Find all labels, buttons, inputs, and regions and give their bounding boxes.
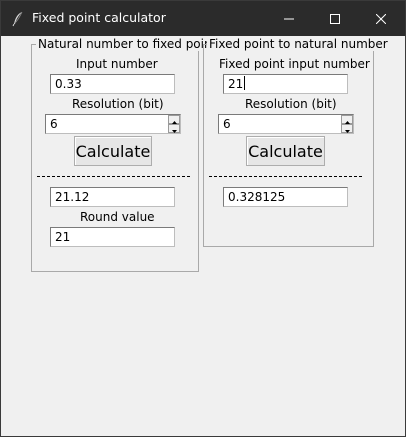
resolution-value: 6 (50, 117, 58, 131)
window-title: Fixed point calculator (32, 10, 166, 25)
fixed-to-natural-group: Fixed point to natural number Fixed poin… (203, 37, 390, 247)
natural-to-fixed-group: Natural number to fixed point Input numb… (31, 37, 219, 272)
fixed-to-natural-legend: Fixed point to natural number (207, 37, 390, 51)
feather-icon (11, 11, 25, 27)
natural-to-fixed-legend: Natural number to fixed point (36, 37, 219, 51)
title-bar[interactable]: Fixed point calculator (1, 1, 405, 36)
resolution-value: 6 (223, 117, 231, 131)
minimize-button[interactable] (266, 1, 312, 36)
separator-line (37, 176, 190, 177)
natural-result-field[interactable]: 0.328125 (223, 187, 348, 207)
fixed-point-input-label: Fixed point input number (219, 57, 370, 71)
app-window: Fixed point calculator Natural number to… (0, 0, 406, 437)
resolution-spinbox[interactable]: 6 (218, 114, 354, 134)
minimize-icon (284, 14, 294, 24)
triangle-down-icon (171, 122, 177, 136)
round-value-field[interactable]: 21 (50, 227, 175, 247)
fixed-point-input-value: 21 (228, 77, 244, 91)
calculate-button[interactable]: Calculate (246, 136, 325, 166)
maximize-button[interactable] (312, 1, 358, 36)
input-number-label: Input number (76, 57, 158, 71)
resolution-label: Resolution (bit) (72, 97, 164, 111)
client-area: Natural number to fixed point Input numb… (1, 36, 405, 436)
resolution-label: Resolution (bit) (245, 97, 337, 111)
input-number-field[interactable]: 0.33 (50, 74, 175, 94)
resolution-spinbox[interactable]: 6 (45, 114, 181, 134)
triangle-down-icon (344, 122, 350, 136)
text-caret (244, 76, 246, 90)
fixed-point-input-field[interactable]: 21 (223, 74, 348, 94)
close-button[interactable] (358, 1, 404, 36)
resolution-decrement-button[interactable] (168, 124, 180, 133)
resolution-spin-buttons (341, 115, 353, 133)
separator-line (209, 176, 362, 177)
round-value-label: Round value (80, 210, 155, 224)
resolution-spin-buttons (168, 115, 180, 133)
calculate-button[interactable]: Calculate (74, 136, 152, 166)
result-field[interactable]: 21.12 (50, 187, 175, 207)
resolution-decrement-button[interactable] (341, 124, 353, 133)
close-icon (376, 13, 386, 24)
maximize-icon (330, 13, 340, 24)
